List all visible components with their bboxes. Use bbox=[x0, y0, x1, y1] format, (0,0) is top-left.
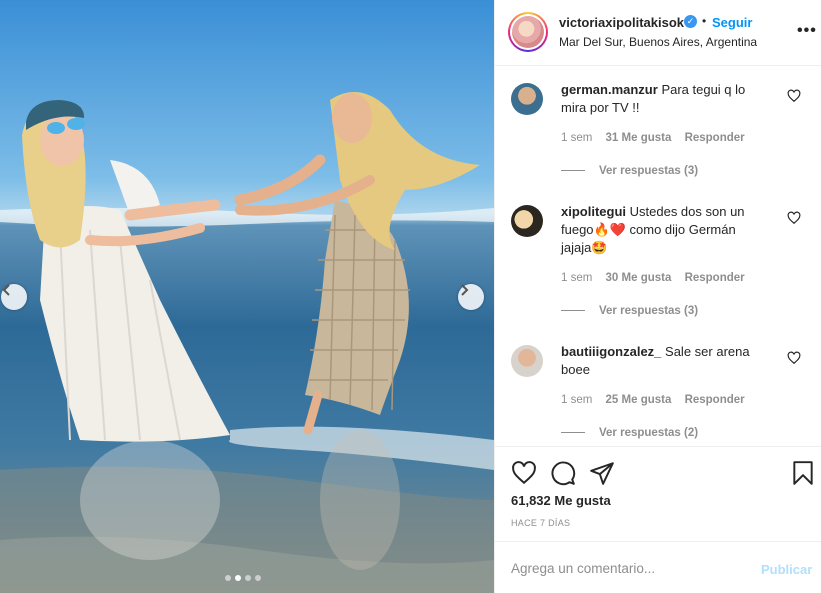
carousel-dot bbox=[225, 575, 231, 581]
comment-icon[interactable] bbox=[550, 460, 576, 486]
beach-scene bbox=[0, 92, 494, 593]
header-separator: • bbox=[702, 14, 707, 28]
comment-like-heart-icon[interactable] bbox=[787, 89, 801, 103]
post-header: victoriaxipolitakisok ✓ • Seguir Mar Del… bbox=[495, 0, 821, 66]
comment-age[interactable]: 1 sem bbox=[561, 132, 592, 144]
comment-text: bautiiigonzalez_ Sale ser arena boee bbox=[561, 343, 761, 379]
add-comment-bar: Publicar bbox=[495, 541, 821, 593]
carousel-dot-active bbox=[235, 575, 241, 581]
share-icon[interactable] bbox=[589, 460, 615, 486]
view-replies-button[interactable]: Ver respuestas (3) bbox=[561, 165, 698, 177]
commenter-username[interactable]: xipolitegui bbox=[561, 204, 626, 219]
commenter-avatar[interactable] bbox=[511, 83, 543, 115]
comment-meta: 1 sem 25 Me gusta Responder bbox=[561, 394, 755, 406]
reply-button[interactable]: Responder bbox=[685, 272, 745, 284]
carousel-indicator bbox=[225, 575, 261, 581]
heart-icon[interactable] bbox=[511, 460, 537, 486]
commenter-avatar[interactable] bbox=[511, 345, 543, 377]
comment-meta: 1 sem 31 Me gusta Responder bbox=[561, 132, 755, 144]
publish-button[interactable]: Publicar bbox=[761, 562, 812, 577]
follow-button[interactable]: Seguir bbox=[712, 15, 752, 30]
comment-input[interactable] bbox=[511, 556, 741, 580]
view-replies-button[interactable]: Ver respuestas (2) bbox=[561, 427, 698, 439]
commenter-username[interactable]: german.manzur bbox=[561, 82, 658, 97]
carousel-prev-button[interactable] bbox=[1, 284, 27, 310]
instagram-post: victoriaxipolitakisok ✓ • Seguir Mar Del… bbox=[0, 0, 821, 593]
comment-text: xipolitegui Ustedes dos son un fuego🔥❤️ … bbox=[561, 203, 761, 257]
post-photo[interactable] bbox=[0, 0, 494, 593]
post-location[interactable]: Mar Del Sur, Buenos Aires, Argentina bbox=[559, 35, 757, 49]
comment-meta: 1 sem 30 Me gusta Responder bbox=[561, 272, 755, 284]
comment-like-heart-icon[interactable] bbox=[787, 211, 801, 225]
carousel-dot bbox=[255, 575, 261, 581]
comment-like-heart-icon[interactable] bbox=[787, 351, 801, 365]
commenter-username[interactable]: bautiiigonzalez_ bbox=[561, 344, 661, 359]
author-username[interactable]: victoriaxipolitakisok bbox=[559, 15, 684, 30]
reply-button[interactable]: Responder bbox=[685, 132, 745, 144]
chevron-right-icon bbox=[461, 284, 469, 296]
author-avatar[interactable] bbox=[508, 12, 548, 52]
chevron-left-icon bbox=[2, 284, 10, 296]
comments-list: german.manzur Para tegui q lo mira por T… bbox=[495, 67, 821, 445]
post-actions: 61,832 Me gusta HACE 7 DÍAS bbox=[495, 446, 821, 541]
comment-age[interactable]: 1 sem bbox=[561, 272, 592, 284]
commenter-avatar[interactable] bbox=[511, 205, 543, 237]
comment-age[interactable]: 1 sem bbox=[561, 394, 592, 406]
reply-button[interactable]: Responder bbox=[685, 394, 745, 406]
more-options-icon[interactable]: ••• bbox=[797, 22, 817, 40]
comment-likes[interactable]: 30 Me gusta bbox=[606, 272, 672, 284]
view-replies-button[interactable]: Ver respuestas (3) bbox=[561, 305, 698, 317]
verified-icon: ✓ bbox=[684, 15, 697, 28]
comment-likes[interactable]: 25 Me gusta bbox=[606, 394, 672, 406]
post-timestamp[interactable]: HACE 7 DÍAS bbox=[511, 518, 570, 528]
carousel-next-button[interactable] bbox=[458, 284, 484, 310]
likes-count[interactable]: 61,832 Me gusta bbox=[511, 493, 611, 508]
bookmark-icon[interactable] bbox=[790, 460, 816, 486]
comment-likes[interactable]: 31 Me gusta bbox=[606, 132, 672, 144]
comment-text: german.manzur Para tegui q lo mira por T… bbox=[561, 81, 761, 117]
post-side-panel: victoriaxipolitakisok ✓ • Seguir Mar Del… bbox=[494, 0, 821, 593]
carousel-dot bbox=[245, 575, 251, 581]
